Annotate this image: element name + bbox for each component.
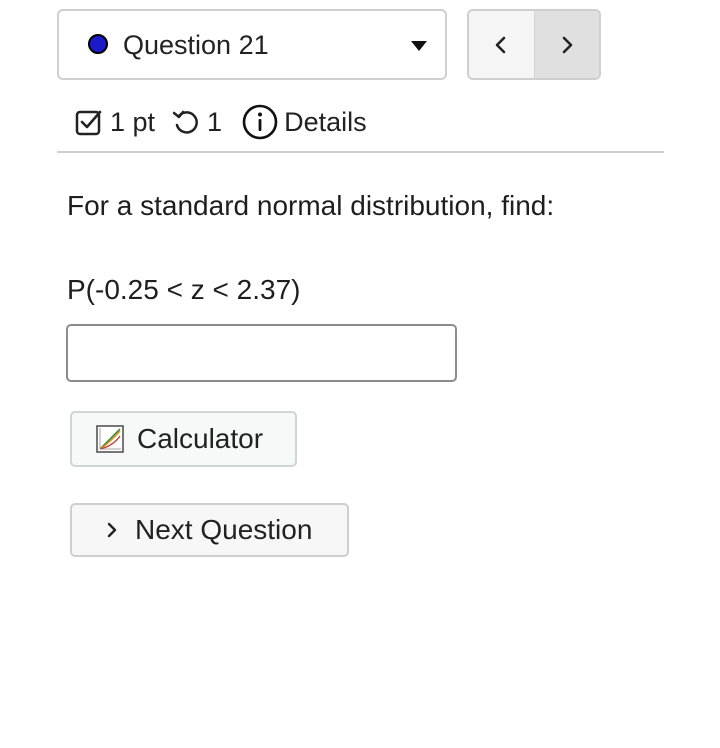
attempts-info: 1 (171, 107, 222, 138)
previous-question-button[interactable] (469, 11, 535, 78)
question-prompt: For a standard normal distribution, find… (67, 190, 555, 221)
question-meta: 1 pt 1 Details (74, 102, 367, 142)
info-icon (242, 104, 278, 140)
question-expression: P(-0.25 < z < 2.37) (67, 274, 301, 305)
calculator-button[interactable]: Calculator (70, 411, 297, 467)
calculator-button-label: Calculator (137, 423, 264, 454)
points-label: 1 pt (110, 106, 156, 137)
next-question-button[interactable]: Next Question (70, 503, 349, 557)
chevron-right-icon (562, 36, 573, 53)
details-label: Details (284, 106, 367, 137)
question-selector[interactable]: Question 21 (57, 9, 447, 80)
checkbox-icon (75, 110, 102, 136)
chevron-right-icon (105, 519, 119, 541)
points-info: 1 pt (74, 107, 155, 138)
graph-calculator-icon (95, 424, 125, 454)
question-selector-label: Question 21 (123, 30, 269, 60)
attempts-label: 1 (207, 106, 223, 137)
next-question-nav-button[interactable] (534, 11, 599, 78)
question-nav (467, 9, 601, 80)
answer-input[interactable] (66, 324, 457, 382)
next-question-button-label: Next Question (135, 514, 313, 545)
question-status-dot (88, 34, 108, 54)
details-link[interactable]: Details (242, 104, 367, 140)
chevron-left-icon (495, 36, 506, 53)
header-divider (57, 151, 664, 153)
caret-down-icon (411, 41, 427, 51)
retry-icon (172, 110, 198, 134)
